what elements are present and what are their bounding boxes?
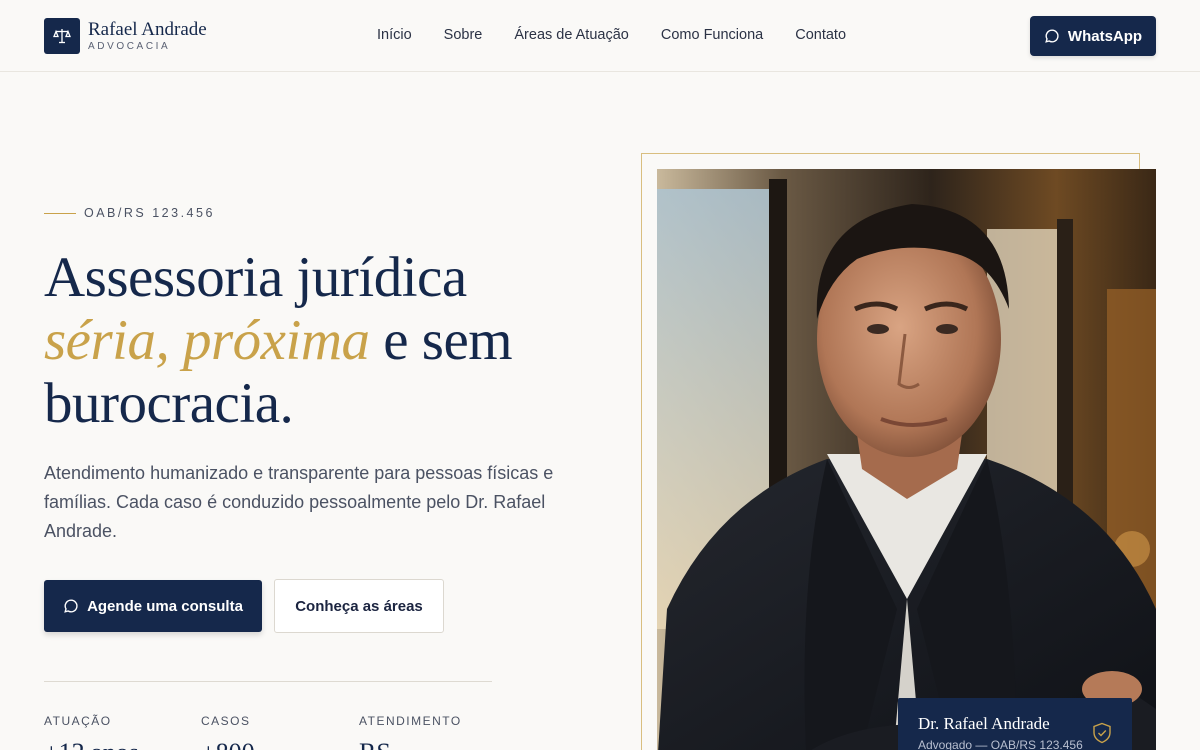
explore-areas-button[interactable]: Conheça as áreas xyxy=(274,579,444,633)
brand-name: Rafael Andrade xyxy=(88,19,207,40)
profile-subtitle: Advogado — OAB/RS 123.456 xyxy=(918,738,1083,750)
nav-link-como-funciona[interactable]: Como Funciona xyxy=(661,26,763,44)
stat-atuacao: ATUAÇÃO +12 anos xyxy=(44,714,139,750)
lawyer-portrait-photo xyxy=(657,169,1156,750)
chat-bubble-icon xyxy=(1045,29,1059,43)
stat-label: CASOS xyxy=(201,714,251,728)
whatsapp-button-label: WhatsApp xyxy=(1067,27,1143,45)
nav-link-sobre[interactable]: Sobre xyxy=(444,26,483,44)
profile-name-card: Dr. Rafael Andrade Advogado — OAB/RS 123… xyxy=(898,698,1132,750)
chat-bubble-icon xyxy=(64,599,78,613)
explore-areas-label: Conheça as áreas xyxy=(295,597,423,615)
stat-value: RS xyxy=(359,738,462,750)
oab-eyebrow: OAB/RS 123.456 xyxy=(44,206,215,220)
schedule-consultation-label: Agende uma consulta xyxy=(87,597,243,615)
stats-divider xyxy=(44,681,492,682)
stat-value: +800 xyxy=(201,738,255,750)
schedule-consultation-button[interactable]: Agende uma consulta xyxy=(44,580,262,632)
hero-headline: Assessoria jurídica séria, próxima e sem… xyxy=(44,246,604,435)
whatsapp-button[interactable]: WhatsApp xyxy=(1030,16,1156,56)
stat-label: ATENDIMENTO xyxy=(359,714,462,728)
eyebrow-divider xyxy=(44,212,76,214)
stat-atendimento: ATENDIMENTO RS xyxy=(359,714,462,750)
stat-label: ATUAÇÃO xyxy=(44,714,112,728)
brand-logo[interactable]: Rafael Andrade ADVOCACIA xyxy=(44,18,207,54)
headline-line-3: burocracia. xyxy=(44,372,294,435)
nav-link-areas[interactable]: Áreas de Atuação xyxy=(514,26,628,44)
scales-icon xyxy=(44,18,80,54)
hero-lead: Atendimento humanizado e transparente pa… xyxy=(44,463,554,541)
site-header: Rafael Andrade ADVOCACIA Início Sobre Ár… xyxy=(0,0,1200,72)
nav-link-inicio[interactable]: Início xyxy=(377,26,412,44)
brand-subtitle: ADVOCACIA xyxy=(88,41,171,52)
headline-accent: séria, próxima xyxy=(44,309,370,372)
eyebrow-text: OAB/RS 123.456 xyxy=(84,206,215,220)
headline-line-2: e sem xyxy=(369,309,513,372)
profile-name: Dr. Rafael Andrade xyxy=(918,714,1050,733)
shield-check-icon xyxy=(1093,722,1111,744)
stat-value: +12 anos xyxy=(44,738,139,750)
nav-link-contato[interactable]: Contato xyxy=(795,26,846,44)
headline-line-1: Assessoria jurídica xyxy=(44,246,467,309)
stat-casos: CASOS +800 xyxy=(201,714,255,750)
main-nav: Início Sobre Áreas de Atuação Como Funci… xyxy=(377,26,878,44)
